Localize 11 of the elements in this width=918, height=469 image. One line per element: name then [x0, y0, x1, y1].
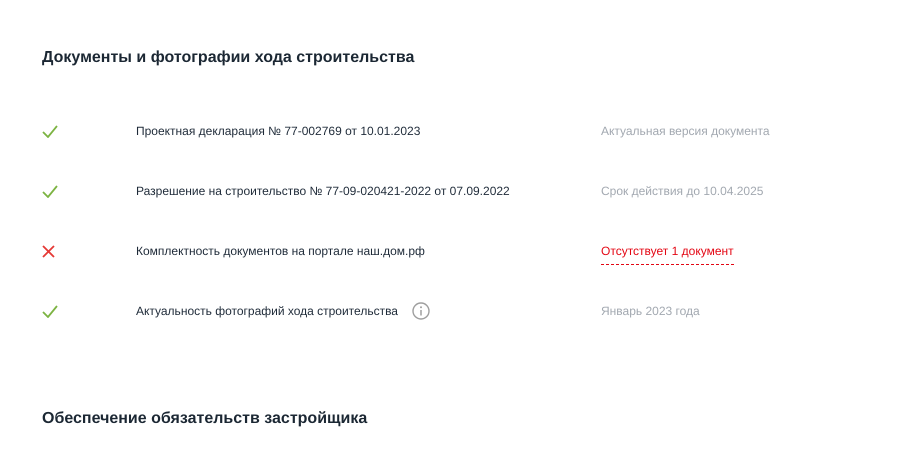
document-label: Актуальность фотографий хода строительства [136, 304, 398, 318]
document-label: Комплектность документов на портале наш.дом.рф [136, 244, 425, 258]
document-label: Проектная декларация № 77-002769 от 10.01.2023 [136, 124, 420, 138]
info-icon[interactable] [412, 302, 430, 320]
status-note: Срок действия до 10.04.2025 [601, 184, 764, 198]
section-title: Обеспечение обязательств застройщика [42, 409, 368, 429]
missing-documents-link[interactable]: Отсутствует 1 документ [601, 244, 734, 265]
document-label: Разрешение на строительство № 77-09-020421-2022 от 07.09.2022 [136, 184, 510, 198]
section-title: Документы и фотографии хода строительства [42, 48, 416, 68]
status-note: Актуальная версия документа [601, 124, 770, 138]
status-note: Январь 2023 года [601, 304, 700, 318]
